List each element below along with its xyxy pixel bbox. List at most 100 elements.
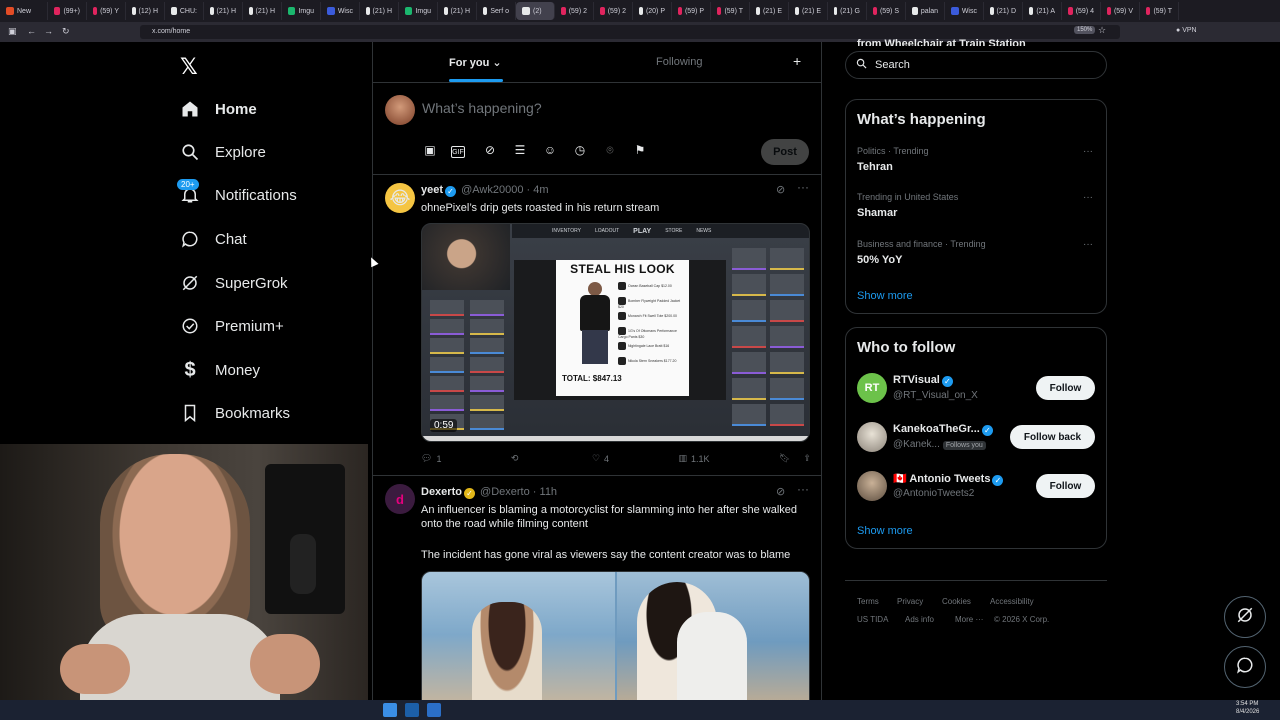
browser-tab[interactable]: (21) H [204,2,243,20]
user-avatar[interactable] [385,95,415,125]
browser-tab[interactable]: New [0,2,48,20]
footer-link[interactable]: Cookies [942,597,971,606]
browser-tab[interactable]: palan [906,2,945,20]
taskbar-date[interactable]: 8/4/2026 [1236,709,1259,715]
browser-tab[interactable]: (2) [516,2,555,20]
poll-icon[interactable]: ☰ [511,143,529,161]
browser-tab[interactable]: (59) Y [87,2,126,20]
follow-button[interactable]: Follow [1036,376,1095,400]
app-icon[interactable] [427,703,441,717]
more-options-icon[interactable]: ··· [1083,239,1093,250]
url-field[interactable]: x.com/home [140,25,1120,39]
browser-tab[interactable]: (59) V [1101,2,1140,20]
browser-tab[interactable]: Imgu [399,2,438,20]
post-button[interactable]: Post [761,139,809,165]
trend-name[interactable]: 50% YoY [857,254,902,266]
tweet-author-name[interactable]: yeet [421,184,443,196]
follow-avatar[interactable] [857,471,887,501]
add-tab-icon[interactable]: + [793,53,801,69]
nav-home[interactable]: Home [180,94,257,124]
grok-fab-button[interactable] [1224,596,1266,638]
browser-tab[interactable]: (99+) [48,2,87,20]
browser-tab[interactable]: (59) T [1140,2,1179,20]
bookmark-star-icon[interactable]: ☆ [1098,25,1106,36]
more-options-icon[interactable]: ··· [1083,192,1093,203]
more-options-icon[interactable]: ··· [1083,146,1093,157]
tab-following[interactable]: Following [656,56,702,68]
trend-name[interactable]: Shamar [857,207,897,219]
tweet-time[interactable]: 4m [533,184,548,196]
taskbar-time[interactable]: 3:54 PM [1236,701,1258,707]
flag-icon[interactable]: ⚑ [631,143,649,161]
footer-link[interactable]: Terms [857,597,879,606]
browser-tab[interactable]: (21) E [789,2,828,20]
tweet-author-avatar[interactable]: d [385,484,415,514]
nav-chat[interactable]: Chat [180,224,247,254]
browser-tab[interactable]: CHU: [165,2,204,20]
browser-tab[interactable]: (21) H [438,2,477,20]
image-icon[interactable]: ▣ [421,143,439,161]
follow-avatar[interactable]: RT [857,373,887,403]
browser-tab[interactable]: (59) P [672,2,711,20]
compose-input[interactable]: What’s happening? [422,100,542,116]
browser-tab[interactable]: Wisc [945,2,984,20]
browser-tab[interactable]: (59) 4 [1062,2,1101,20]
emoji-icon[interactable]: ☺ [541,143,559,161]
nav-explore[interactable]: Explore [180,137,266,167]
browser-tab[interactable]: (59) 2 [555,2,594,20]
repost-button[interactable]: ⟲ [511,453,523,464]
follow-avatar[interactable] [857,422,887,452]
tweet-author-handle[interactable]: @Awk20000 [461,184,523,196]
views-button[interactable]: ▥ 1.1K [679,453,710,464]
grok-analyze-icon[interactable]: ⊘ [776,183,785,196]
browser-tab[interactable]: (21) G [828,2,867,20]
reply-button[interactable]: 💬︎ 1 [421,453,441,464]
grok-compose-icon[interactable]: ⊘ [481,143,499,161]
follow-button[interactable]: Follow [1036,474,1095,498]
forward-icon[interactable]: → [44,26,53,36]
browser-tab[interactable]: (21) H [360,2,399,20]
gif-icon[interactable]: GIF [451,146,465,158]
footer-link[interactable]: US TIDA [857,615,888,624]
x-logo-icon[interactable]: 𝕏 [180,54,198,80]
tweet-author-handle[interactable]: @Dexerto [480,486,530,498]
trend-name[interactable]: Tehran [857,161,893,173]
grok-analyze-icon[interactable]: ⊘ [776,485,785,498]
browser-tab[interactable]: Serf o [477,2,516,20]
browser-tab[interactable]: (12) H [126,2,165,20]
steam-icon[interactable] [405,703,419,717]
browser-tab[interactable]: (59) S [867,2,906,20]
follow-name-line[interactable]: RTVisual ✓ [893,374,955,387]
show-more-trends-link[interactable]: Show more [857,290,913,302]
tweet[interactable]: 😂 yeet ✓ @Awk20000 · 4m ⊘ ··· ohnePixel’s… [373,175,821,476]
like-button[interactable]: ♡ 4 [592,453,609,464]
search-input[interactable]: Search [845,51,1107,79]
browser-tab[interactable]: (59) T [711,2,750,20]
browser-tab[interactable]: (21) E [750,2,789,20]
nav-money[interactable]: $ Money [180,355,260,385]
browser-tab[interactable]: (59) 2 [594,2,633,20]
follow-name-line[interactable]: KanekoaTheGr... ✓ [893,423,995,436]
tweet-image[interactable] [421,571,810,700]
nav-premium[interactable]: Premium+ [180,311,284,341]
schedule-icon[interactable]: ◷ [571,143,589,161]
tweet-author-avatar[interactable]: 😂 [385,183,415,213]
file-explorer-icon[interactable] [383,703,397,717]
tweet-time[interactable]: 11h [540,486,558,498]
browser-tab[interactable]: Wisc [321,2,360,20]
follow-back-button[interactable]: Follow back [1010,425,1095,449]
follow-name-line[interactable]: 🇨🇦 Antonio Tweets ✓ [893,472,1005,486]
location-icon[interactable]: ⌾ [601,143,619,161]
footer-link[interactable]: Ads info [905,615,934,624]
nav-supergrok[interactable]: SuperGrok [180,268,288,298]
reload-icon[interactable]: ↻ [62,26,70,37]
tweet-author-name[interactable]: Dexerto [421,486,462,498]
browser-tab[interactable]: Imgu [282,2,321,20]
footer-link[interactable]: Privacy [897,597,923,606]
sidebar-toggle-icon[interactable]: ▣ [8,26,17,37]
footer-link[interactable]: More ··· [955,615,983,624]
show-more-follow-link[interactable]: Show more [857,525,913,537]
nav-notifications[interactable]: 20+ Notifications [177,179,297,210]
chat-fab-button[interactable] [1224,646,1266,688]
tweet-bookmark-icon[interactable]: 🔖︎ [779,453,790,464]
